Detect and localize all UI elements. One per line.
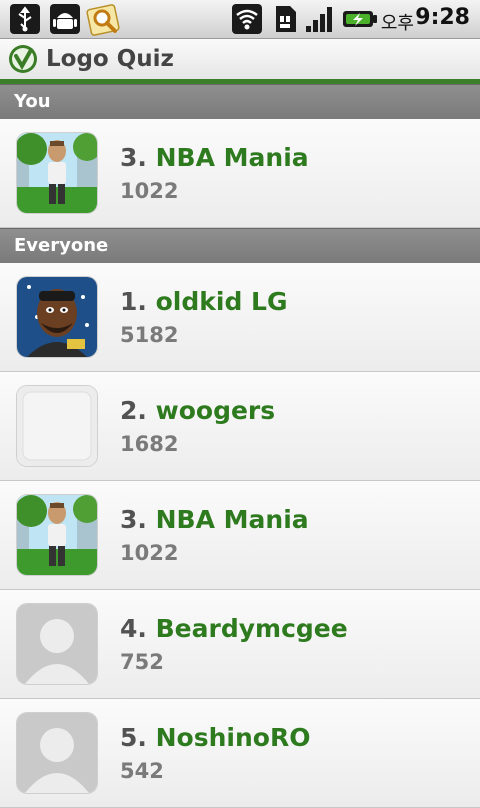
player-score: 1022 [120, 179, 179, 203]
player-rank: 1. [120, 287, 147, 316]
sim-icon [276, 6, 296, 32]
player-rank-name: 5. NoshinoRO [120, 723, 310, 752]
battery-charging-icon [343, 11, 377, 27]
leaderboard-row[interactable]: 1. oldkid LG 5182 [0, 263, 480, 372]
search-notify-icon [86, 4, 120, 36]
avatar-silhouette-icon [17, 604, 97, 684]
player-name: NBA Mania [155, 505, 309, 534]
clock: 9:28 [415, 5, 470, 30]
title-bar: Logo Quiz [0, 39, 480, 79]
player-rank-name: 4. Beardymcgee [120, 614, 348, 643]
avatar-silhouette-icon [17, 713, 97, 793]
avatar-person-icon [17, 277, 97, 357]
player-rank-name: 3. NBA Mania [120, 505, 309, 534]
leaderboard-row[interactable]: 3. NBA Mania 1022 [0, 481, 480, 590]
signal-icon [306, 7, 332, 32]
player-name: woogers [155, 396, 276, 425]
wifi-icon [232, 4, 262, 34]
section-header-everyone: Everyone [0, 228, 480, 264]
usb-icon [10, 4, 40, 34]
player-rank: 5. [120, 723, 147, 752]
player-rank: 3. [120, 505, 147, 534]
avatar-park-icon [17, 495, 97, 575]
status-bar: 오후 9:28 [0, 0, 480, 39]
app-logo-icon [9, 45, 37, 73]
player-rank: 3. [120, 143, 147, 172]
player-name: Beardymcgee [155, 614, 348, 643]
leaderboard-row-you[interactable]: 3. NBA Mania 1022 [0, 119, 480, 228]
section-header-you: You [0, 84, 480, 120]
ampm-label: 오후 [380, 13, 414, 34]
leaderboard-row[interactable]: 5. NoshinoRO 542 [0, 699, 480, 808]
section-title: You [14, 91, 51, 112]
player-score: 752 [120, 650, 164, 674]
player-score: 1682 [120, 432, 179, 456]
player-name: NBA Mania [155, 143, 309, 172]
player-name: NoshinoRO [155, 723, 311, 752]
page-title: Logo Quiz [46, 46, 174, 72]
android-debug-icon [50, 4, 80, 34]
player-score: 5182 [120, 323, 179, 347]
player-score: 542 [120, 759, 164, 783]
avatar-park-icon [17, 133, 97, 213]
player-score: 1022 [120, 541, 179, 565]
leaderboard-row[interactable]: 4. Beardymcgee 752 [0, 590, 480, 699]
player-rank-name: 1. oldkid LG [120, 287, 288, 316]
section-title: Everyone [14, 235, 109, 256]
player-name: oldkid LG [155, 287, 288, 316]
player-rank-name: 3. NBA Mania [120, 143, 309, 172]
avatar-blank-icon [17, 386, 97, 466]
player-rank: 4. [120, 614, 147, 643]
player-rank-name: 2. woogers [120, 396, 275, 425]
leaderboard-row[interactable]: 2. woogers 1682 [0, 372, 480, 481]
player-rank: 2. [120, 396, 147, 425]
